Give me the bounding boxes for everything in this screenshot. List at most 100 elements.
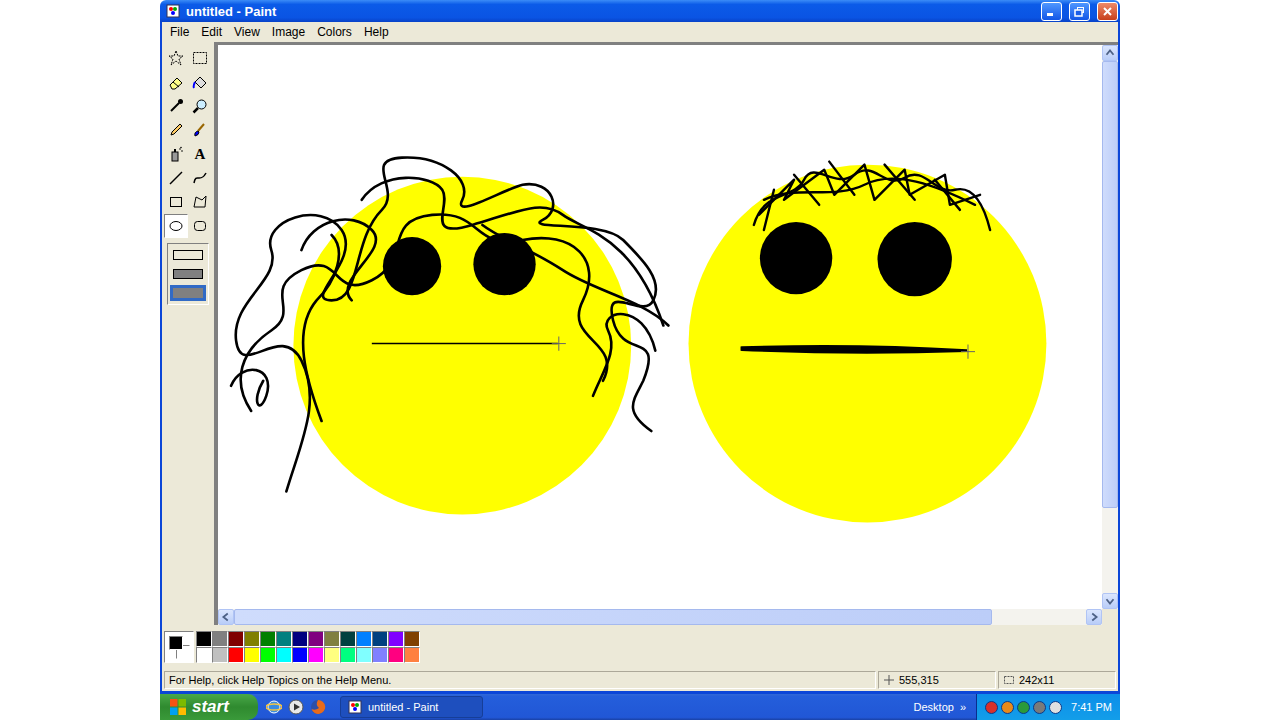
menu-item[interactable]: Edit [195,24,228,40]
scroll-right-button[interactable] [1086,609,1102,625]
task-label: untitled - Paint [368,701,438,713]
color-swatch[interactable] [356,647,372,663]
tool-button[interactable] [188,166,212,190]
scroll-up-button[interactable] [1102,45,1118,61]
color-swatch[interactable] [292,647,308,663]
media-player-icon[interactable] [288,699,304,715]
scroll-thumb[interactable] [1102,61,1118,508]
scroll-down-button[interactable] [1102,593,1118,609]
vertical-scrollbar[interactable] [1102,45,1118,609]
color-swatch[interactable] [244,647,260,663]
tool-button[interactable] [188,118,212,142]
network-icon[interactable] [1017,701,1030,714]
color-swatch[interactable] [404,631,420,647]
menu-item[interactable]: Colors [311,24,358,40]
paint-icon [347,699,363,715]
tool-button[interactable] [164,190,188,214]
position-text: 555,315 [899,674,939,686]
tool-grid: A [164,46,212,238]
color-swatch[interactable] [324,647,340,663]
line-icon [168,170,184,186]
color-swatch[interactable] [228,647,244,663]
fill-style-sample-icon [173,250,203,260]
tool-button[interactable] [188,70,212,94]
color-swatch[interactable] [244,631,260,647]
color-swatch[interactable] [388,631,404,647]
tool-button[interactable] [164,70,188,94]
desktop-toolbar-label[interactable]: Desktop [914,701,954,713]
antivirus-icon[interactable] [985,701,998,714]
color-swatch[interactable] [212,631,228,647]
color-swatch[interactable] [260,631,276,647]
scroll-track [234,609,1086,625]
color-swatch[interactable] [356,631,372,647]
tool-button[interactable] [188,46,212,70]
color-swatch[interactable] [308,647,324,663]
menu-item[interactable]: View [228,24,266,40]
color-swatch[interactable] [260,647,276,663]
menu-item[interactable]: File [164,24,195,40]
close-button[interactable] [1097,2,1118,21]
hair-stroke [303,235,339,421]
color-swatch[interactable] [292,631,308,647]
fill-style-option[interactable] [170,247,206,263]
minimize-button[interactable] [1041,2,1062,21]
color-swatch[interactable] [276,631,292,647]
color-swatch[interactable] [340,631,356,647]
face [689,165,1047,523]
tool-button[interactable] [164,46,188,70]
color-swatch[interactable] [404,647,420,663]
start-button[interactable]: start [160,694,258,720]
status-size: 242x11 [998,671,1116,689]
color-swatch[interactable] [196,631,212,647]
internet-explorer-icon[interactable] [266,699,282,715]
fill-style-option[interactable] [170,285,206,301]
help-text: For Help, click Help Topics on the Help … [169,674,391,686]
utility-icon[interactable] [1033,701,1046,714]
tool-button[interactable] [188,190,212,214]
title-bar: untitled - Paint [160,0,1120,22]
drawing-canvas[interactable] [218,45,1102,609]
speaker-icon[interactable] [1049,701,1062,714]
tool-button[interactable] [164,214,188,238]
color-swatch[interactable] [228,631,244,647]
color-swatch[interactable] [196,647,212,663]
windows-logo-icon [169,698,187,716]
menu-item[interactable]: Help [358,24,395,40]
color-swatch[interactable] [388,647,404,663]
firefox-icon[interactable] [310,699,326,715]
tool-button[interactable] [164,142,188,166]
tool-button[interactable] [188,94,212,118]
size-text: 242x11 [1019,674,1054,686]
menu-item[interactable]: Image [266,24,311,40]
clock[interactable]: 7:41 PM [1071,701,1112,713]
toolbar-chevron[interactable]: » [960,701,966,713]
foreground-color[interactable] [169,636,183,650]
color-swatch[interactable] [372,631,388,647]
tool-button[interactable]: A [188,142,212,166]
restore-button[interactable] [1069,2,1090,21]
fill-style-option[interactable] [170,266,206,282]
curve-icon [192,170,208,186]
scroll-thumb[interactable] [234,609,992,625]
tool-button[interactable] [188,214,212,238]
color-swatch[interactable] [212,647,228,663]
color-swatch[interactable] [340,647,356,663]
tool-button[interactable] [164,118,188,142]
horizontal-scrollbar[interactable] [218,609,1102,625]
browser-icon[interactable] [1001,701,1014,714]
color-swatch[interactable] [372,647,388,663]
color-swatch[interactable] [276,647,292,663]
cursor-icon [961,345,975,359]
mouth [742,346,967,352]
color-palette [196,631,420,663]
taskbar-button[interactable]: untitled - Paint [340,696,483,718]
scroll-left-button[interactable] [218,609,234,625]
color-swatch[interactable] [324,631,340,647]
hair-stroke [362,178,664,326]
tool-button[interactable] [164,94,188,118]
status-bar: For Help, click Help Topics on the Help … [162,669,1118,691]
window-title: untitled - Paint [186,4,1034,19]
color-swatch[interactable] [308,631,324,647]
tool-button[interactable] [164,166,188,190]
